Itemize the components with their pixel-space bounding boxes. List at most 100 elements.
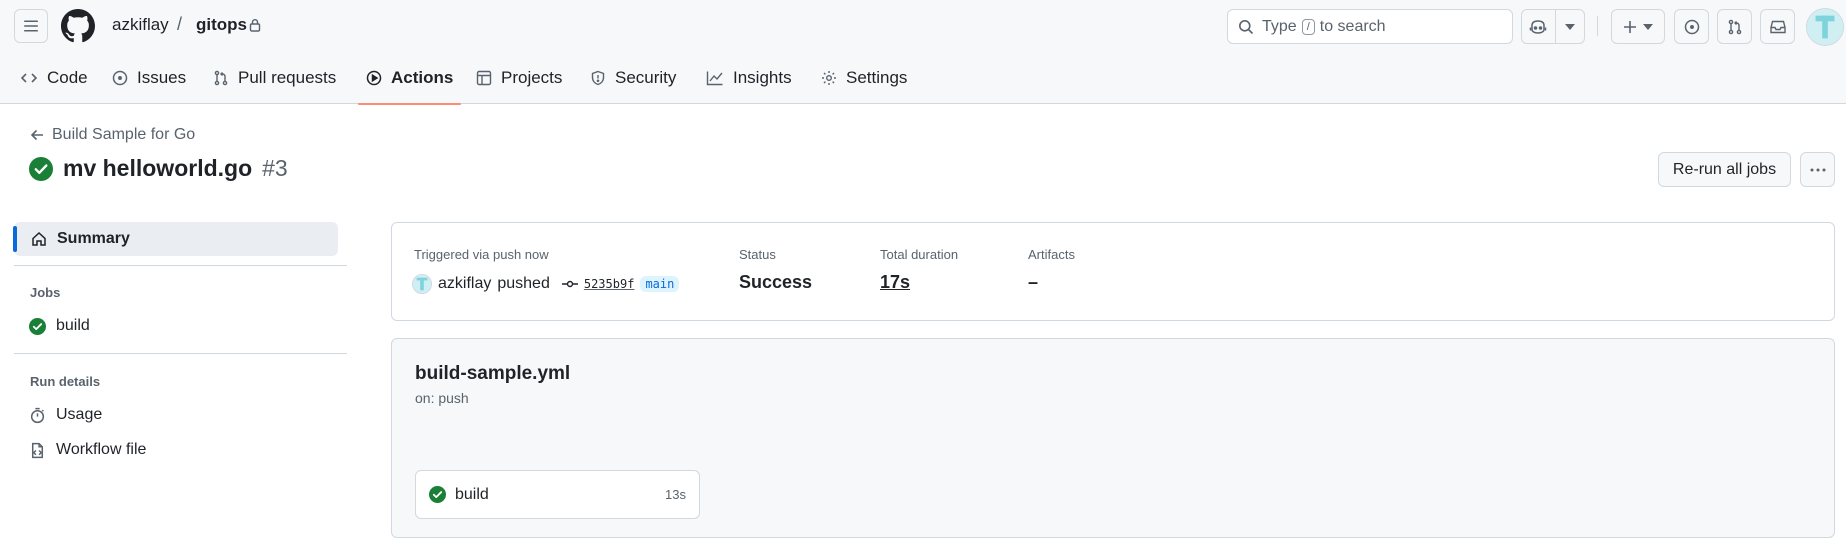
check-circle-fill-icon (29, 156, 53, 181)
gear-icon (821, 70, 837, 86)
run-summary-card: Triggered via push now azkiflay pushed 5… (391, 222, 1835, 321)
sidebar-item-label: Usage (56, 406, 103, 423)
run-number: #3 (262, 155, 288, 181)
inbox-button[interactable] (1760, 9, 1795, 44)
workflow-name: Build Sample for Go (52, 126, 196, 143)
run-title: mv helloworld.go #3 (29, 155, 288, 182)
play-icon (366, 70, 382, 86)
issue-opened-icon (112, 70, 128, 86)
trigger-label: Triggered via push now (414, 247, 549, 262)
status-value: Success (739, 272, 813, 292)
copilot-button-group (1521, 9, 1585, 44)
your-pull-requests-button[interactable] (1717, 9, 1752, 44)
table-icon (476, 70, 492, 86)
file-code-icon (29, 442, 46, 459)
repo-separator: / (177, 14, 183, 34)
job-duration: 13s (665, 487, 686, 502)
repo-name-link[interactable]: gitops (196, 15, 247, 35)
top-bar: azkiflay / gitops Type / to search (0, 0, 1846, 52)
sidebar-item-label: Summary (57, 230, 130, 247)
commit-sha-link[interactable]: 5235b9f (584, 277, 635, 291)
job-name: build (455, 485, 489, 503)
sidebar-item-label: Workflow file (56, 441, 147, 458)
lock-icon (249, 18, 261, 32)
plus-icon (1623, 20, 1637, 34)
git-commit-icon (561, 279, 578, 289)
check-circle-fill-icon (29, 317, 46, 335)
caret-down-icon (1643, 23, 1653, 30)
tab-label: Actions (391, 68, 454, 87)
tab-insights[interactable]: Insights (698, 52, 800, 104)
git-pull-request-icon (213, 70, 229, 86)
your-issues-button[interactable] (1674, 9, 1709, 44)
sidebar-heading-run-details: Run details (30, 374, 101, 389)
tab-code[interactable]: Code (12, 52, 96, 104)
user-avatar[interactable] (1806, 8, 1844, 46)
search-placeholder-suffix: to search (1319, 17, 1386, 35)
artifacts-label: Artifacts (1028, 247, 1075, 262)
repo-header: azkiflay / gitops Type / to search Code … (0, 0, 1846, 105)
artifacts-value: – (1028, 272, 1039, 292)
tab-projects[interactable]: Projects (468, 52, 570, 104)
header-divider (1597, 16, 1598, 36)
sidebar-item-label: build (56, 317, 90, 334)
sidebar-heading-jobs: Jobs (30, 285, 61, 300)
sidebar-item-usage[interactable]: Usage (29, 406, 102, 424)
copilot-button[interactable] (1522, 10, 1555, 43)
shield-icon (590, 70, 606, 86)
kebab-horizontal-icon (1810, 168, 1826, 172)
copilot-dropdown-button[interactable] (1554, 10, 1584, 43)
tab-label: Pull requests (238, 68, 337, 87)
more-options-button[interactable] (1800, 152, 1835, 187)
git-pull-request-icon (1727, 19, 1743, 35)
search-placeholder-prefix: Type (1262, 17, 1297, 35)
search-icon (1238, 19, 1254, 35)
actor-avatar[interactable] (412, 274, 432, 294)
hamburger-icon (23, 18, 39, 34)
code-icon (20, 70, 38, 86)
tab-label: Settings (846, 68, 908, 87)
sidebar-item-summary[interactable]: Summary (13, 222, 338, 256)
trigger-action: pushed (497, 275, 550, 292)
actor-name[interactable]: azkiflay (438, 275, 491, 293)
github-logo-icon[interactable] (61, 9, 95, 43)
tab-label: Security (615, 68, 677, 87)
branch-label[interactable]: main (640, 276, 680, 292)
sidebar-item-job-build[interactable]: build (29, 317, 90, 335)
stopwatch-icon (29, 407, 46, 424)
check-circle-fill-icon (429, 486, 446, 503)
menu-button[interactable] (14, 9, 48, 43)
tab-security[interactable]: Security (582, 52, 684, 104)
home-icon (31, 231, 47, 247)
search-shortcut-key: / (1301, 18, 1315, 35)
duration-label: Total duration (880, 247, 959, 262)
sidebar-divider (14, 353, 347, 354)
tab-issues[interactable]: Issues (104, 52, 194, 104)
tab-actions[interactable]: Actions (358, 52, 462, 105)
repo-owner-link[interactable]: azkiflay (112, 15, 169, 35)
tab-pull-requests[interactable]: Pull requests (205, 52, 344, 104)
tab-label: Issues (137, 68, 187, 87)
sidebar-divider (14, 265, 347, 266)
tab-label: Projects (501, 68, 563, 87)
repo-nav-tabs: Code Issues Pull requests Actions Projec… (0, 52, 1846, 105)
status-label: Status (739, 247, 776, 262)
back-to-workflow-link[interactable]: Build Sample for Go (30, 126, 195, 144)
inbox-icon (1769, 19, 1786, 35)
duration-link[interactable]: 17s (880, 272, 910, 293)
arrow-left-icon (30, 128, 44, 142)
sidebar-item-workflow-file[interactable]: Workflow file (29, 441, 146, 459)
trigger-details: azkiflay pushed 5235b9f main (412, 274, 680, 294)
copilot-icon (1529, 19, 1547, 35)
create-new-button[interactable] (1611, 9, 1665, 44)
search-input[interactable]: Type / to search (1227, 9, 1513, 44)
workflow-graph: build-sample.yml on: push build 13s (391, 338, 1835, 538)
job-node-build[interactable]: build 13s (415, 470, 700, 519)
tab-settings[interactable]: Settings (813, 52, 915, 104)
issue-opened-icon (1684, 19, 1700, 35)
caret-down-icon (1564, 23, 1575, 30)
workflow-file-name: build-sample.yml (415, 363, 571, 384)
rerun-all-jobs-button[interactable]: Re-run all jobs (1658, 152, 1791, 187)
run-name: mv helloworld.go (63, 155, 253, 181)
graph-icon (706, 70, 724, 86)
